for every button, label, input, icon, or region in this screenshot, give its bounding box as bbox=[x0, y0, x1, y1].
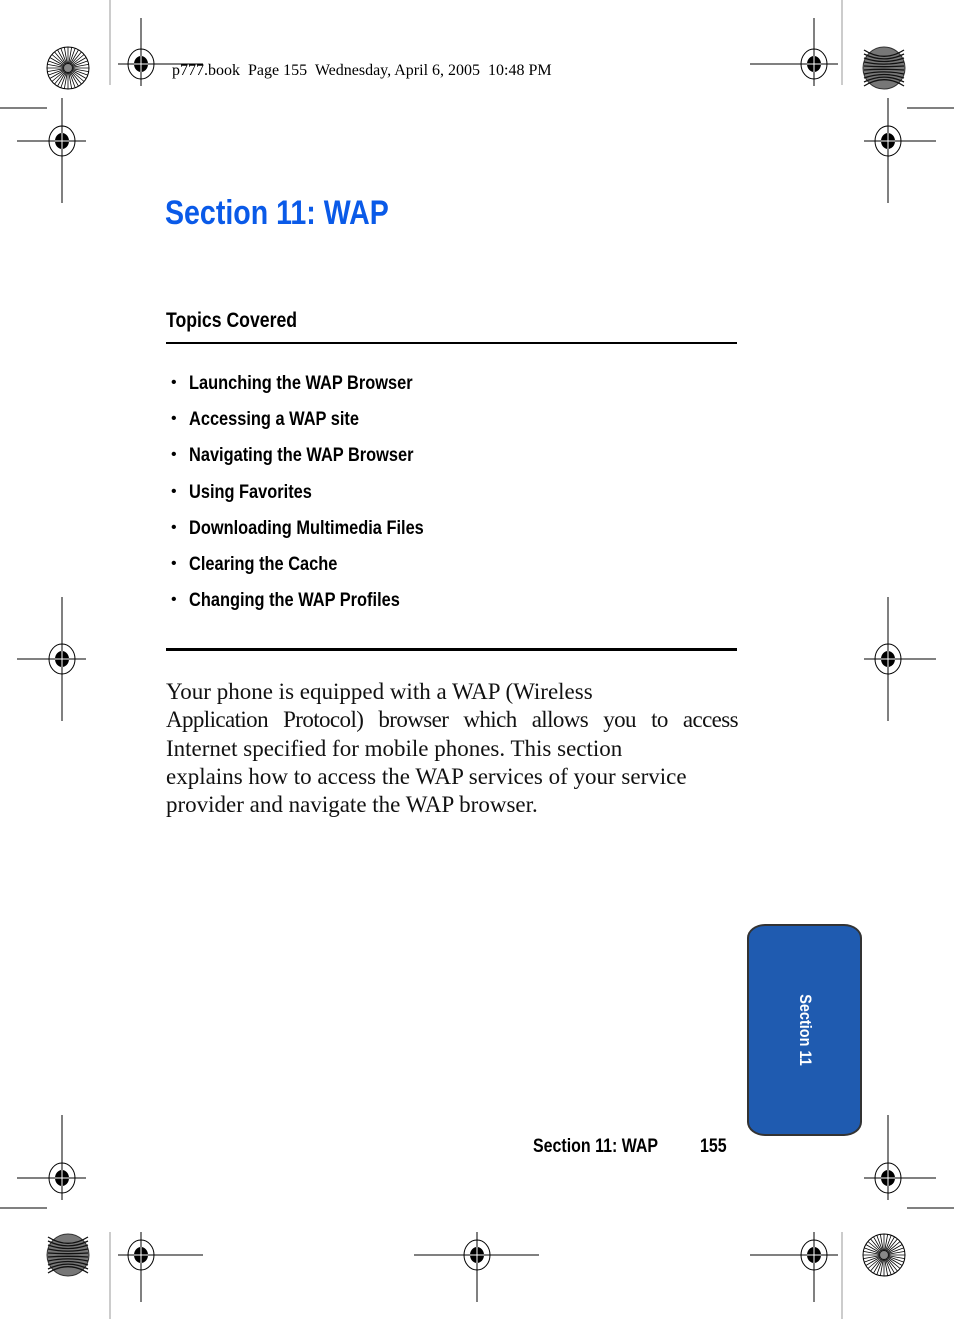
topic-label: Downloading Multimedia Files bbox=[189, 516, 424, 539]
bullet-icon: • bbox=[171, 482, 177, 500]
topics-list: • Launching the WAP Browser • Accessing a … bbox=[171, 369, 469, 622]
bullet-icon: • bbox=[171, 591, 177, 609]
topic-label: Changing the WAP Profiles bbox=[189, 589, 400, 612]
registration-mark-icon bbox=[750, 1232, 838, 1302]
page-number: 155 bbox=[700, 1136, 727, 1157]
topic-label: Accessing a WAP site bbox=[189, 408, 359, 431]
topic-label: Clearing the Cache bbox=[189, 552, 338, 575]
paragraph-line: Your phone is equipped with a WAP (Wirel… bbox=[166, 679, 593, 704]
registration-mark-icon bbox=[118, 1232, 203, 1302]
registration-mark-icon bbox=[864, 98, 936, 203]
registration-mark-icon bbox=[414, 1232, 539, 1302]
moire-target-icon bbox=[862, 46, 906, 90]
star-target-icon bbox=[862, 1233, 906, 1277]
topic-item: • Accessing a WAP site bbox=[171, 405, 469, 441]
paragraph-line: provider and navigate the WAP browser. bbox=[166, 792, 538, 818]
registration-mark-icon bbox=[17, 1115, 86, 1200]
topic-item: • Launching the WAP Browser bbox=[171, 369, 469, 405]
topic-label: Navigating the WAP Browser bbox=[189, 444, 414, 467]
bullet-icon: • bbox=[171, 446, 177, 464]
topic-item: • Changing the WAP Profiles bbox=[171, 586, 469, 622]
registration-mark-icon bbox=[750, 18, 838, 86]
topic-item: • Using Favorites bbox=[171, 478, 469, 514]
registration-mark-icon bbox=[864, 597, 936, 721]
divider-bottom bbox=[166, 648, 737, 651]
footer-section-title: Section 11: WAP bbox=[533, 1136, 659, 1157]
paragraph-line: Application Protocol) browser which allo… bbox=[166, 707, 739, 733]
print-stamp: p777.book Page 155 Wednesday, April 6, 2… bbox=[172, 62, 552, 79]
topic-item: • Downloading Multimedia Files bbox=[171, 514, 469, 550]
page-title: Section 11: WAP bbox=[165, 194, 389, 232]
registration-mark-icon bbox=[17, 597, 86, 721]
paragraph-line: Internet specified for mobile phones. Th… bbox=[166, 735, 623, 761]
topic-label: Launching the WAP Browser bbox=[189, 372, 413, 394]
divider-top bbox=[166, 342, 737, 344]
bullet-icon: • bbox=[171, 374, 177, 391]
paragraph-line: explains how to access the WAP services … bbox=[166, 763, 687, 789]
section-tab-label: Section 11 bbox=[795, 994, 815, 1066]
topic-item: • Navigating the WAP Browser bbox=[171, 441, 469, 477]
bullet-icon: • bbox=[171, 518, 177, 536]
registration-mark-icon bbox=[864, 1115, 936, 1200]
bullet-icon: • bbox=[171, 410, 177, 428]
section-tab: Section 11 bbox=[747, 924, 862, 1136]
topic-item: • Clearing the Cache bbox=[171, 550, 469, 586]
registration-mark-icon bbox=[17, 98, 86, 203]
intro-paragraph: Your phone is equipped with a WAP (Wirel… bbox=[166, 678, 739, 819]
star-target-icon bbox=[46, 46, 90, 90]
topics-heading: Topics Covered bbox=[166, 309, 298, 332]
bullet-icon: • bbox=[171, 554, 177, 572]
moire-target-icon bbox=[46, 1233, 90, 1277]
topic-label: Using Favorites bbox=[189, 480, 312, 503]
